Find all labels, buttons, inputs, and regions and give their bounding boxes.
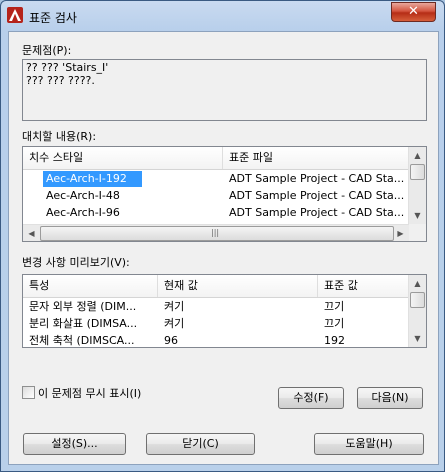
- title-bar[interactable]: 표준 검사 ✕: [1, 1, 444, 31]
- column-header-current-value[interactable]: 현재 값: [158, 275, 318, 297]
- window-title: 표준 검사: [29, 11, 77, 25]
- replacement-name: Aec-Arch-I-192: [43, 171, 142, 187]
- dialog-body: 문제점(P): ?? ??? 'Stairs_I' ??? ??? ????. …: [8, 31, 439, 465]
- preview-list[interactable]: 특성 현재 값 표준 값 문자 외부 정렬 (DIM... 켜기 끄기 분리 화…: [22, 274, 427, 348]
- problem-textbox: ?? ??? 'Stairs_I' ??? ??? ????.: [22, 59, 427, 121]
- standard-value: 끄기: [324, 317, 345, 330]
- scrollbar-thumb[interactable]: |||: [40, 226, 394, 241]
- preview-list-header: 특성 현재 값 표준 값: [23, 275, 409, 298]
- replacement-file: ADT Sample Project - CAD Sta...: [229, 206, 405, 219]
- standard-value: 끄기: [324, 300, 345, 313]
- autocad-logo-icon: [7, 7, 23, 23]
- replacement-file: ADT Sample Project - CAD Sta...: [229, 172, 405, 185]
- ignore-problem-label[interactable]: 이 문제점 무시 표시(I): [38, 385, 141, 401]
- next-problem-button[interactable]: 다음(N): [357, 387, 423, 409]
- column-header-standard-value[interactable]: 표준 값: [318, 275, 414, 297]
- table-row: 전체 축척 (DIMSCA... 96 192: [23, 333, 409, 347]
- current-value: 켜기: [164, 317, 185, 330]
- standards-check-dialog: 표준 검사 ✕ 문제점(P): ?? ??? 'Stairs_I' ??? ??…: [0, 0, 445, 472]
- replacement-name: Aec-Arch-I-96: [46, 206, 120, 219]
- column-header-dim-style[interactable]: 치수 스타일: [23, 147, 223, 169]
- scroll-right-icon[interactable]: ▶: [392, 225, 409, 241]
- list-item[interactable]: Aec-Arch-I-192 ADT Sample Project - CAD …: [23, 171, 409, 188]
- close-button[interactable]: 닫기(C): [146, 433, 255, 455]
- replacement-name: Aec-Arch-I-48: [46, 189, 120, 202]
- problem-line: ??? ??? ????.: [26, 74, 95, 87]
- close-window-button[interactable]: ✕: [391, 2, 436, 22]
- scroll-down-icon[interactable]: ▼: [409, 330, 426, 347]
- standard-value: 192: [324, 334, 345, 347]
- vertical-scrollbar[interactable]: ▲ ▼: [408, 275, 426, 347]
- help-button[interactable]: 도움말(H): [314, 433, 424, 455]
- list-item[interactable]: Aec-Arch-I-48 ADT Sample Project - CAD S…: [23, 188, 409, 205]
- problem-line: ?? ??? 'Stairs_I': [26, 61, 109, 74]
- table-row: 문자 외부 정렬 (DIM... 켜기 끄기: [23, 299, 409, 316]
- scrollbar-thumb[interactable]: [410, 292, 425, 308]
- replace-list-header: 치수 스타일 표준 파일: [23, 147, 409, 170]
- scroll-up-icon[interactable]: ▲: [409, 147, 426, 164]
- table-row: 분리 화살표 (DIMSA... 켜기 끄기: [23, 316, 409, 333]
- property-name: 분리 화살표 (DIMSA...: [29, 317, 138, 330]
- replace-list[interactable]: 치수 스타일 표준 파일 Aec-Arch-I-192 ADT Sample P…: [22, 146, 427, 242]
- replacement-file: ADT Sample Project - CAD Sta...: [229, 189, 405, 202]
- list-item[interactable]: Aec-Arch-I-96 ADT Sample Project - CAD S…: [23, 205, 409, 222]
- ignore-problem-checkbox[interactable]: [22, 386, 35, 399]
- property-name: 전체 축척 (DIMSCA...: [29, 334, 135, 347]
- property-name: 문자 외부 정렬 (DIM...: [29, 300, 137, 313]
- column-header-property[interactable]: 특성: [23, 275, 158, 297]
- horizontal-scrollbar[interactable]: ◀ ||| ▶: [23, 224, 409, 241]
- settings-button[interactable]: 설정(S)...: [23, 433, 126, 455]
- preview-label: 변경 사항 미리보기(V):: [22, 256, 130, 269]
- scroll-left-icon[interactable]: ◀: [23, 225, 40, 241]
- scrollbar-thumb[interactable]: [410, 164, 425, 180]
- scrollbar-corner: [409, 224, 426, 241]
- current-value: 96: [164, 334, 178, 347]
- fix-button[interactable]: 수정(F): [278, 387, 344, 409]
- problem-label: 문제점(P):: [22, 44, 72, 57]
- column-header-standards-file[interactable]: 표준 파일: [223, 147, 409, 169]
- vertical-scrollbar[interactable]: ▲ ▼: [408, 147, 426, 224]
- current-value: 켜기: [164, 300, 185, 313]
- grip-icon: |||: [211, 228, 220, 237]
- scroll-up-icon[interactable]: ▲: [409, 275, 426, 292]
- scroll-down-icon[interactable]: ▼: [409, 207, 426, 224]
- close-icon: ✕: [408, 4, 419, 19]
- replace-label: 대치할 내용(R):: [22, 130, 97, 143]
